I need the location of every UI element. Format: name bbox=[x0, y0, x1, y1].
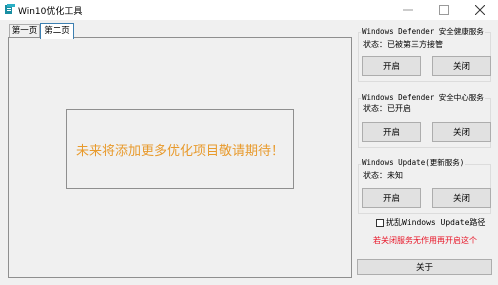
app-icon bbox=[5, 4, 15, 14]
defender-health-enable-button[interactable]: 开启 bbox=[362, 56, 421, 76]
windows-update-title: Windows Update(更新服务) bbox=[361, 157, 466, 168]
defender-health-title: Windows Defender 安全健康服务 bbox=[361, 26, 485, 37]
about-button[interactable]: 关于 bbox=[357, 259, 492, 275]
tab-page-2[interactable]: 第二页 bbox=[40, 23, 74, 39]
coming-soon-notice: 未来将添加更多优化项目敬请期待！ bbox=[66, 109, 294, 189]
defender-health-disable-button[interactable]: 关闭 bbox=[432, 56, 491, 76]
title-bar[interactable]: Win10优化工具 bbox=[0, 0, 498, 20]
app-window: Win10优化工具 第一页 第二页 未来将添加更多优化项目敬请期待！ Windo… bbox=[0, 0, 498, 285]
windows-update-status: 状态：未知 bbox=[363, 171, 403, 180]
scramble-update-path-checkbox[interactable] bbox=[376, 219, 384, 227]
defender-center-disable-button[interactable]: 关闭 bbox=[432, 122, 491, 142]
defender-center-status: 状态：已开启 bbox=[363, 104, 411, 113]
minimize-icon[interactable] bbox=[390, 0, 426, 20]
windows-update-disable-button[interactable]: 关闭 bbox=[432, 188, 491, 208]
window-title: Win10优化工具 bbox=[18, 7, 83, 17]
defender-health-status: 状态：已被第三方接管 bbox=[363, 40, 443, 49]
maximize-icon[interactable] bbox=[426, 0, 462, 20]
tab-page-1[interactable]: 第一页 bbox=[9, 24, 40, 37]
scramble-hint: 若关闭服务无作用再开启这个 bbox=[373, 236, 477, 245]
close-icon[interactable] bbox=[462, 0, 498, 20]
defender-center-title: Windows Defender 安全中心服务 bbox=[361, 92, 485, 103]
defender-center-enable-button[interactable]: 开启 bbox=[362, 122, 421, 142]
windows-update-enable-button[interactable]: 开启 bbox=[362, 188, 421, 208]
scramble-update-path-label[interactable]: 扰乱Windows Update路径 bbox=[386, 217, 485, 228]
